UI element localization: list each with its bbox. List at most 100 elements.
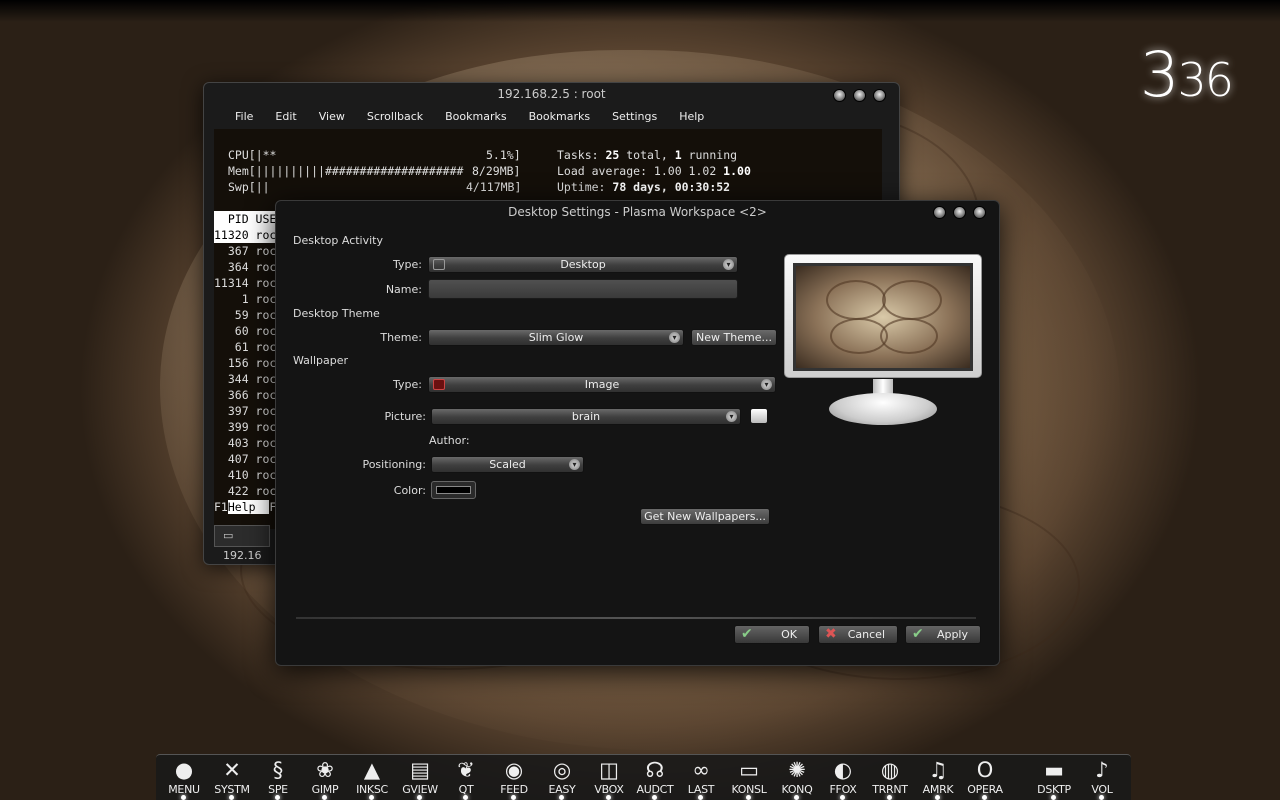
new-theme-button[interactable]: New Theme... bbox=[691, 329, 777, 346]
tasks-line: Tasks: 25 total, 1 running bbox=[557, 148, 738, 162]
dock-item-feed[interactable]: ◉ FEED bbox=[490, 757, 538, 800]
process-row[interactable]: 410 roc bbox=[214, 467, 276, 483]
wallpaper-type-combo[interactable]: Image ▾ bbox=[428, 376, 776, 393]
cancel-button[interactable]: ✖ Cancel bbox=[818, 625, 898, 644]
gview-icon: ▤ bbox=[410, 758, 430, 782]
tools-icon: ✕ bbox=[223, 758, 241, 782]
dock-label: SPE bbox=[268, 783, 288, 796]
process-row[interactable]: 367 roc bbox=[214, 243, 276, 259]
disc-icon: ◎ bbox=[552, 758, 572, 782]
menu-bookmarks-2[interactable]: Bookmarks bbox=[518, 109, 601, 125]
dialog-close-button[interactable] bbox=[973, 206, 986, 219]
dock-item-amrk[interactable]: ♫ AMRK bbox=[914, 757, 962, 800]
dock-item-opera[interactable]: O OPERA bbox=[961, 757, 1009, 800]
dock-item-spe[interactable]: § SPE bbox=[254, 757, 302, 800]
process-row[interactable]: 397 roc bbox=[214, 403, 276, 419]
dock-item-gimp[interactable]: ❀ GIMP bbox=[301, 757, 349, 800]
chevron-down-icon: ▾ bbox=[669, 332, 680, 343]
dock-item-qt[interactable]: ❦ QT bbox=[442, 757, 490, 800]
menu-bookmarks[interactable]: Bookmarks bbox=[434, 109, 517, 125]
top-shadow bbox=[0, 0, 1280, 22]
process-row[interactable]: 61 roc bbox=[214, 339, 277, 355]
menu-help[interactable]: Help bbox=[668, 109, 715, 125]
process-row[interactable]: 156 roc bbox=[214, 355, 276, 371]
process-row[interactable]: 403 roc bbox=[214, 435, 276, 451]
swap-value: 4/117MB] bbox=[466, 180, 522, 194]
picture-combo[interactable]: brain ▾ bbox=[431, 408, 741, 425]
konsole-title: 192.168.2.5 : root bbox=[497, 87, 606, 101]
process-row[interactable]: 344 roc bbox=[214, 371, 276, 387]
dock-label: VOL bbox=[1091, 783, 1113, 796]
dock-item-konq[interactable]: ✺ KONQ bbox=[773, 757, 821, 800]
dock-item-audct[interactable]: ☊ AUDCT bbox=[631, 757, 679, 800]
preview-screen bbox=[793, 263, 973, 371]
dialog-maximize-button[interactable] bbox=[953, 206, 966, 219]
chevron-down-icon: ▾ bbox=[723, 259, 734, 270]
konsole-minimize-button[interactable] bbox=[833, 89, 846, 102]
lastfm-icon: ∞ bbox=[692, 758, 710, 782]
dialog-separator bbox=[296, 617, 976, 619]
menu-edit[interactable]: Edit bbox=[264, 109, 307, 125]
mem-value: 8/29MB] bbox=[472, 164, 521, 178]
gimp-icon: ❀ bbox=[316, 758, 334, 782]
process-row[interactable]: 59 roc bbox=[214, 307, 277, 323]
process-row[interactable]: 11314 roc bbox=[214, 275, 276, 291]
positioning-combo[interactable]: Scaled ▾ bbox=[431, 456, 584, 473]
process-row[interactable]: 364 roc bbox=[214, 259, 276, 275]
cpu-meter: CPU[|** bbox=[228, 148, 277, 162]
menu-view[interactable]: View bbox=[308, 109, 356, 125]
dock-item-trrnt[interactable]: ◍ TRRNT bbox=[866, 757, 914, 800]
running-indicator bbox=[275, 795, 280, 800]
process-row[interactable]: 1 roc bbox=[214, 291, 277, 307]
dock-label: TRRNT bbox=[872, 783, 908, 796]
python-icon: § bbox=[272, 758, 284, 782]
dock-item-gview[interactable]: ▤ GVIEW bbox=[396, 757, 444, 800]
color-picker-button[interactable] bbox=[431, 481, 476, 499]
konsole-close-button[interactable] bbox=[873, 89, 886, 102]
dock-item-konsl[interactable]: ▭ KONSL bbox=[725, 757, 773, 800]
running-indicator bbox=[606, 795, 611, 800]
dock-item-ffox[interactable]: ◐ FFOX bbox=[819, 757, 867, 800]
activity-name-input[interactable] bbox=[428, 279, 738, 299]
dock-item-vol[interactable]: ♪ VOL bbox=[1078, 757, 1126, 800]
konsole-session-tab[interactable]: ▭ 192.16 bbox=[214, 525, 270, 562]
running-indicator bbox=[982, 795, 987, 800]
dock-item-last[interactable]: ∞ LAST bbox=[677, 757, 725, 800]
apply-button[interactable]: ✔ Apply bbox=[905, 625, 981, 644]
dock-item-dsktp[interactable]: ▬ DSKTP bbox=[1030, 757, 1078, 800]
dock-item-systm[interactable]: ✕ SYSTM bbox=[208, 757, 256, 800]
dock-label: AUDCT bbox=[636, 783, 674, 796]
wallpaper-preview bbox=[784, 254, 982, 378]
theme-combo[interactable]: Slim Glow ▾ bbox=[428, 329, 684, 346]
process-row[interactable]: 399 roc bbox=[214, 419, 276, 435]
dock-item-easy[interactable]: ◎ EASY bbox=[538, 757, 586, 800]
open-folder-icon[interactable] bbox=[751, 409, 767, 423]
desktop-settings-dialog[interactable]: Desktop Settings - Plasma Workspace <2> … bbox=[275, 200, 1000, 666]
chevron-down-icon: ▾ bbox=[569, 459, 580, 470]
dock-item-inksc[interactable]: ▲ INKSC bbox=[348, 757, 396, 800]
menu-file[interactable]: File bbox=[224, 109, 264, 125]
process-row[interactable]: 11320 roc bbox=[214, 227, 277, 243]
get-new-wallpapers-button[interactable]: Get New Wallpapers... bbox=[640, 508, 770, 525]
terminal-icon: ▭ bbox=[223, 529, 234, 542]
konsole-maximize-button[interactable] bbox=[853, 89, 866, 102]
dock-label: SYSTM bbox=[214, 783, 250, 796]
dock-item-menu[interactable]: ● MENU bbox=[160, 757, 208, 800]
ok-button[interactable]: ✔ OK bbox=[734, 625, 810, 644]
cpu-percent: 5.1%] bbox=[486, 148, 521, 162]
process-row[interactable]: 407 roc bbox=[214, 451, 276, 467]
desktop-icon bbox=[433, 259, 445, 270]
process-row[interactable]: 422 roc bbox=[214, 483, 276, 499]
running-indicator bbox=[652, 795, 657, 800]
positioning-label: Positioning: bbox=[362, 458, 426, 471]
dialog-minimize-button[interactable] bbox=[933, 206, 946, 219]
running-indicator bbox=[794, 795, 799, 800]
process-row[interactable]: 366 roc bbox=[214, 387, 276, 403]
menu-scrollback[interactable]: Scrollback bbox=[356, 109, 434, 125]
activity-type-combo[interactable]: Desktop ▾ bbox=[428, 256, 738, 273]
dock-label: LAST bbox=[687, 783, 715, 796]
menu-settings[interactable]: Settings bbox=[601, 109, 668, 125]
dock-item-vbox[interactable]: ◫ VBOX bbox=[585, 757, 633, 800]
process-row[interactable]: 60 roc bbox=[214, 323, 277, 339]
desktop-icon: ▬ bbox=[1044, 758, 1064, 782]
